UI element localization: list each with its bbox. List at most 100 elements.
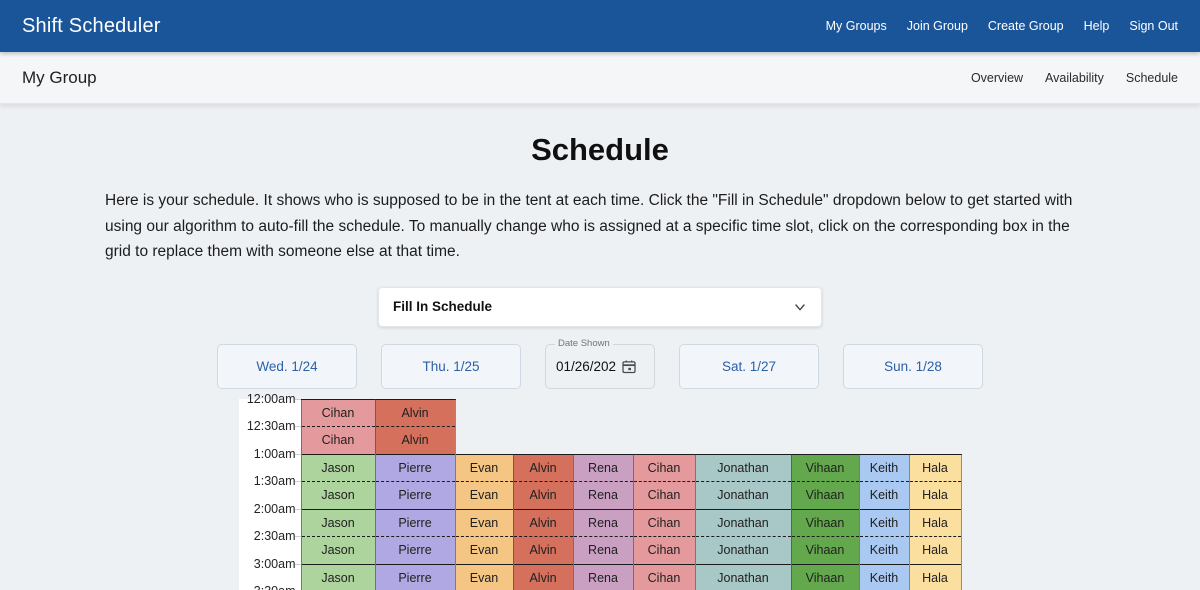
schedule-cell-empty	[859, 399, 909, 427]
schedule-grid-wrapper: 12:00am 12:30am 1:00am 1:30am 2:00am 2:30am 3:…	[0, 392, 1200, 590]
tab-availability[interactable]: Availability	[1045, 71, 1104, 85]
schedule-cell[interactable]: Cihan	[632, 563, 696, 590]
schedule-cell[interactable]: Jason	[300, 508, 376, 537]
nav-sign-out[interactable]: Sign Out	[1129, 19, 1178, 33]
schedule-cell[interactable]: Hala	[908, 481, 962, 509]
fill-in-schedule-label: Fill In Schedule	[393, 299, 493, 314]
schedule-row: Jason Pierre Evan Alvin Rena Cihan Jonathan Vih…	[300, 481, 962, 509]
schedule-cell[interactable]: Evan	[454, 563, 514, 590]
group-header: My Group Overview Availability Schedule	[0, 52, 1200, 104]
group-title: My Group	[22, 67, 97, 87]
schedule-row: Jason Pierre Evan Alvin Rena Cihan Jonathan Vih…	[300, 536, 962, 564]
schedule-cell[interactable]: Evan	[454, 481, 514, 509]
date-shown-legend: Date Shown	[555, 337, 613, 349]
nav-join-group[interactable]: Join Group	[907, 19, 968, 33]
schedule-cell[interactable]: Keith	[858, 453, 910, 482]
nav-create-group[interactable]: Create Group	[988, 19, 1064, 33]
calendar-icon[interactable]	[621, 358, 637, 375]
schedule-cell[interactable]: Hala	[908, 536, 962, 564]
schedule-cell[interactable]: Rena	[572, 563, 634, 590]
schedule-cell[interactable]: Keith	[858, 563, 910, 590]
schedule-cell[interactable]: Cihan	[300, 426, 376, 454]
schedule-cell[interactable]: Evan	[454, 508, 514, 537]
schedule-cell[interactable]: Keith	[858, 481, 910, 509]
schedule-cell-empty	[695, 426, 791, 454]
schedule-cell[interactable]: Alvin	[374, 398, 456, 427]
date-tab-sat[interactable]: Sat. 1/27	[679, 343, 819, 389]
schedule-cell[interactable]: Pierre	[374, 508, 456, 537]
app-brand: Shift Scheduler	[22, 14, 161, 37]
schedule-cell[interactable]: Hala	[908, 453, 962, 482]
time-axis: 12:00am 12:30am 1:00am 1:30am 2:00am 2:30am 3:…	[238, 392, 301, 590]
schedule-cell[interactable]: Jason	[300, 536, 376, 564]
schedule-cell[interactable]: Jonathan	[694, 508, 792, 537]
app-header: Shift Scheduler My Groups Join Group Cre…	[0, 0, 1200, 52]
schedule-cell[interactable]: Alvin	[374, 426, 456, 454]
schedule-cell-empty	[791, 426, 859, 454]
schedule-cell[interactable]: Alvin	[512, 453, 574, 482]
schedule-cell-empty	[455, 399, 513, 427]
schedule-row: Cihan Alvin	[300, 398, 961, 427]
schedule-cell-empty	[513, 399, 573, 427]
schedule-cell[interactable]: Rena	[572, 481, 634, 509]
schedule-cell[interactable]: Keith	[858, 536, 910, 564]
schedule-cell[interactable]: Evan	[454, 453, 514, 482]
schedule-cell[interactable]: Pierre	[374, 536, 456, 564]
schedule-cell[interactable]: Jonathan	[694, 453, 792, 482]
schedule-cell[interactable]: Cihan	[300, 398, 376, 427]
schedule-cell[interactable]: Alvin	[512, 481, 574, 509]
schedule-cell-empty	[695, 399, 791, 427]
nav-my-groups[interactable]: My Groups	[826, 19, 887, 33]
schedule-cell[interactable]: Cihan	[632, 481, 696, 509]
schedule-cell[interactable]: Keith	[858, 508, 910, 537]
schedule-cell-empty	[455, 426, 513, 454]
schedule-cell[interactable]: Hala	[908, 508, 962, 537]
schedule-cell[interactable]: Jonathan	[694, 563, 792, 590]
date-tab-wed[interactable]: Wed. 1/24	[217, 343, 357, 389]
schedule-cell[interactable]: Jonathan	[694, 481, 792, 509]
schedule-row: Jason Pierre Evan Alvin Rena Cihan Jonathan Vih…	[300, 563, 962, 590]
tab-overview[interactable]: Overview	[971, 71, 1023, 85]
fill-in-schedule-row: Fill In Schedule	[0, 286, 1200, 327]
date-shown-value[interactable]: 01/26/202	[556, 359, 618, 374]
schedule-cell-empty	[573, 426, 633, 454]
schedule-cell[interactable]: Alvin	[512, 508, 574, 537]
schedule-cell[interactable]: Pierre	[374, 453, 456, 482]
schedule-cell[interactable]: Jason	[300, 563, 376, 590]
schedule-cell[interactable]: Alvin	[512, 563, 574, 590]
chevron-down-icon	[792, 299, 808, 315]
schedule-cell[interactable]: Vihaan	[790, 481, 860, 509]
schedule-cell[interactable]: Hala	[908, 563, 962, 590]
schedule-cell[interactable]: Vihaan	[790, 453, 860, 482]
schedule-cell-empty	[791, 399, 859, 427]
schedule-grid-body: Cihan Alvin Cihan Alvin Jason Pierre Evan Alvin…	[300, 398, 962, 590]
schedule-cell-empty	[859, 426, 909, 454]
schedule-cell[interactable]: Jason	[300, 481, 376, 509]
tab-schedule[interactable]: Schedule	[1126, 71, 1178, 85]
nav-help[interactable]: Help	[1084, 19, 1110, 33]
schedule-cell[interactable]: Jonathan	[694, 536, 792, 564]
fill-in-schedule-dropdown[interactable]: Fill In Schedule	[378, 286, 822, 327]
schedule-cell[interactable]: Pierre	[374, 563, 456, 590]
date-tab-thu[interactable]: Thu. 1/25	[381, 343, 521, 389]
schedule-cell[interactable]: Cihan	[632, 508, 696, 537]
date-shown-field[interactable]: Date Shown 01/26/202	[545, 337, 655, 389]
schedule-cell[interactable]: Cihan	[632, 453, 696, 482]
schedule-cell[interactable]: Rena	[572, 508, 634, 537]
schedule-cell[interactable]: Rena	[572, 536, 634, 564]
schedule-cell[interactable]: Cihan	[632, 536, 696, 564]
page-title: Schedule	[531, 132, 669, 167]
schedule-cell[interactable]: Jason	[300, 453, 376, 482]
schedule-cell[interactable]: Vihaan	[790, 563, 860, 590]
schedule-cell[interactable]: Rena	[572, 453, 634, 482]
schedule-cell[interactable]: Vihaan	[790, 536, 860, 564]
schedule-cell[interactable]: Evan	[454, 536, 514, 564]
schedule-row: Cihan Alvin	[300, 426, 961, 454]
app-nav: My Groups Join Group Create Group Help S…	[826, 19, 1178, 33]
schedule-cell-empty	[909, 426, 961, 454]
schedule-cell-empty	[633, 426, 695, 454]
schedule-cell[interactable]: Vihaan	[790, 508, 860, 537]
date-tab-sun[interactable]: Sun. 1/28	[843, 343, 983, 389]
schedule-cell[interactable]: Pierre	[374, 481, 456, 509]
schedule-cell[interactable]: Alvin	[512, 536, 574, 564]
